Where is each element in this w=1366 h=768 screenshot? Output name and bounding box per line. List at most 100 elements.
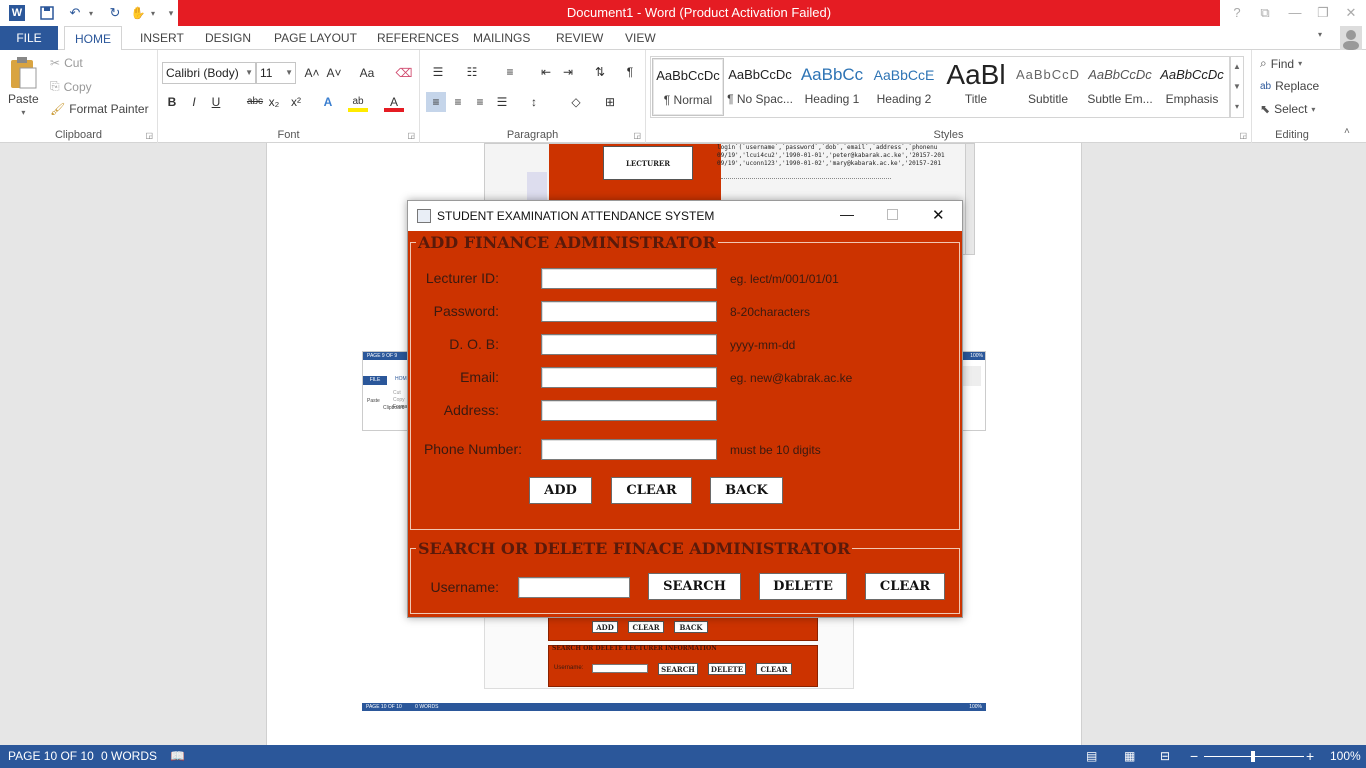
undo-dropdown-icon[interactable]: ▾ (86, 3, 96, 23)
bold-button[interactable]: B (162, 92, 182, 112)
grow-font-button[interactable]: A˄ (302, 63, 322, 83)
italic-button[interactable]: I (184, 92, 204, 112)
style-title[interactable]: AaBl Title (940, 58, 1012, 116)
help-icon[interactable]: ? (1222, 0, 1252, 26)
proofing-icon[interactable]: 📖 (170, 745, 185, 768)
password-input[interactable] (541, 301, 717, 322)
pilcrow-icon[interactable]: ¶ (620, 62, 640, 82)
delete-button[interactable]: DELETE (759, 573, 847, 600)
collapse-ribbon-icon[interactable]: ˄ (1344, 126, 1350, 137)
select-button[interactable]: ⬉ Select ▾ (1260, 102, 1315, 116)
print-layout-icon[interactable]: ▦ (1124, 745, 1135, 768)
cut-button[interactable]: ✂ Cut (50, 56, 83, 70)
tab-page-layout[interactable]: PAGE LAYOUT (264, 26, 367, 50)
paragraph-launcher-icon[interactable]: ◲ (633, 131, 641, 140)
shrink-font-button[interactable]: A˅ (324, 63, 344, 83)
username-input[interactable] (518, 577, 630, 598)
tab-home[interactable]: HOME (64, 26, 122, 51)
back-button[interactable]: BACK (710, 477, 783, 504)
touch-dropdown-icon[interactable]: ▾ (148, 3, 158, 23)
style-subtle-emphasis[interactable]: AaBbCcDc Subtle Em... (1084, 58, 1156, 116)
tab-insert[interactable]: INSERT (130, 26, 194, 50)
font-family-select[interactable]: Calibri (Body) ▼ (162, 62, 256, 84)
search-button[interactable]: SEARCH (648, 573, 741, 600)
change-case-button[interactable]: Aa (354, 63, 380, 83)
style-heading-2[interactable]: AaBbCcE Heading 2 (868, 58, 940, 116)
clipboard-launcher-icon[interactable]: ◲ (145, 131, 153, 140)
undo-icon[interactable]: ↶ (64, 3, 86, 23)
font-size-select[interactable]: 11 ▼ (256, 62, 296, 84)
dob-input[interactable] (541, 334, 717, 355)
zoom-in-button[interactable]: + (1306, 745, 1314, 768)
email-input[interactable] (541, 367, 717, 388)
read-mode-icon[interactable]: ▤ (1086, 745, 1097, 768)
customize-qat-icon[interactable]: ▾ (164, 3, 178, 23)
style-normal[interactable]: AaBbCcDc ¶ Normal (652, 58, 724, 116)
close-icon[interactable]: ✕ (1336, 0, 1366, 26)
underline-button[interactable]: U (206, 92, 226, 112)
dialog-maximize-icon[interactable] (887, 209, 898, 220)
tab-design[interactable]: DESIGN (195, 26, 261, 50)
zoom-out-button[interactable]: − (1190, 745, 1198, 768)
text-effects-button[interactable]: A (318, 92, 338, 112)
add-button[interactable]: ADD (529, 477, 592, 504)
minimize-icon[interactable]: — (1280, 0, 1310, 26)
style-no-spacing[interactable]: AaBbCcDc ¶ No Spac... (724, 58, 796, 116)
find-button[interactable]: ⌕ Find ▾ (1260, 56, 1302, 71)
font-label: Font (277, 129, 300, 141)
paste-button[interactable]: Paste ▾ (8, 56, 39, 117)
tab-review[interactable]: REVIEW (546, 26, 613, 50)
lecturer-id-input[interactable] (541, 268, 717, 289)
page-count[interactable]: PAGE 10 OF 10 (8, 745, 94, 768)
sort-icon[interactable]: ⇅ (590, 62, 610, 82)
dialog-minimize-icon[interactable]: — (840, 206, 854, 222)
font-color-button[interactable]: A (384, 92, 404, 112)
style-subtitle[interactable]: AaBbCcD Subtitle (1012, 58, 1084, 116)
style-emphasis[interactable]: AaBbCcDc Emphasis (1156, 58, 1228, 116)
clear-formatting-button[interactable]: ⌫ (394, 63, 414, 83)
subscript-button[interactable]: x₂ (264, 92, 284, 112)
web-layout-icon[interactable]: ⊟ (1160, 745, 1170, 768)
clear-button[interactable]: CLEAR (611, 477, 692, 504)
replace-button[interactable]: ab Replace (1260, 79, 1319, 93)
decrease-indent-icon[interactable]: ⇤ (536, 62, 556, 82)
ribbon-display-options-icon[interactable]: ⧉ (1250, 0, 1280, 26)
tab-view[interactable]: VIEW (615, 26, 666, 50)
borders-icon[interactable]: ⊞ (600, 92, 620, 112)
word-count[interactable]: 0 WORDS (101, 745, 157, 768)
touch-mode-icon[interactable]: ✋ (128, 3, 148, 23)
numbering-icon[interactable]: ☷ (462, 62, 482, 82)
align-left-icon[interactable]: ≡ (426, 92, 446, 112)
address-input[interactable] (541, 400, 717, 421)
superscript-button[interactable]: x² (286, 92, 306, 112)
tab-mailings[interactable]: MAILINGS (463, 26, 540, 50)
clear-search-button[interactable]: CLEAR (865, 573, 945, 600)
account-dropdown-icon[interactable]: ▾ (1318, 30, 1322, 39)
save-icon[interactable] (36, 3, 58, 23)
copy-button[interactable]: ⎘ Copy (50, 79, 92, 94)
style-heading-1[interactable]: AaBbCc Heading 1 (796, 58, 868, 116)
bullets-icon[interactable]: ☰ (428, 62, 448, 82)
font-launcher-icon[interactable]: ◲ (407, 131, 415, 140)
phone-number-input[interactable] (541, 439, 717, 460)
dialog-close-icon[interactable]: ✕ (932, 206, 945, 224)
shading-icon[interactable]: ◇ (566, 92, 586, 112)
align-right-icon[interactable]: ≡ (470, 92, 490, 112)
line-spacing-icon[interactable]: ↕ (524, 92, 544, 112)
styles-launcher-icon[interactable]: ◲ (1239, 131, 1247, 140)
tab-references[interactable]: REFERENCES (367, 26, 469, 50)
increase-indent-icon[interactable]: ⇥ (558, 62, 578, 82)
word-app-icon[interactable]: W (6, 3, 28, 23)
maximize-icon[interactable]: ❐ (1308, 0, 1338, 26)
styles-scroll[interactable]: ▲ ▼ ▾ (1230, 56, 1244, 118)
align-center-icon[interactable]: ≡ (448, 92, 468, 112)
format-painter-button[interactable]: 🖌 Format Painter (50, 102, 149, 116)
redo-icon[interactable]: ↻ (104, 3, 126, 23)
justify-icon[interactable]: ☰ (492, 92, 512, 112)
tab-file[interactable]: FILE (0, 26, 58, 50)
highlight-button[interactable]: ab (348, 92, 368, 112)
multilevel-list-icon[interactable]: ≡ (500, 62, 520, 82)
user-avatar[interactable] (1340, 26, 1362, 50)
zoom-level[interactable]: 100% (1330, 745, 1361, 768)
zoom-slider-thumb[interactable] (1251, 751, 1255, 762)
